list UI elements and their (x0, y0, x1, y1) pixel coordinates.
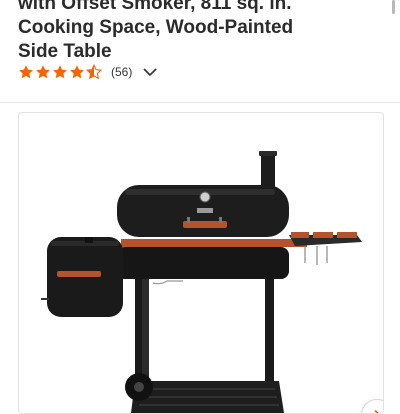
product-title: with Offset Smoker, 811 sq. in. Cooking … (18, 0, 378, 64)
section-divider (0, 102, 400, 103)
product-image (41, 151, 362, 413)
star-icon (70, 65, 84, 79)
chevron-right-icon (374, 409, 379, 413)
product-image-card[interactable] (18, 112, 384, 414)
star-half-icon (86, 64, 102, 80)
review-count[interactable]: (56) (111, 65, 132, 79)
rating-summary[interactable]: (56) (18, 62, 158, 82)
product-title-line: Side Table (18, 41, 112, 62)
star-icon (19, 65, 33, 79)
page-scrollbar[interactable] (392, 0, 395, 14)
chevron-down-icon[interactable] (142, 66, 158, 78)
star-icon (36, 65, 50, 79)
star-icon (53, 65, 67, 79)
product-title-line: with Offset Smoker, 811 sq. in. (18, 0, 292, 14)
star-rating (18, 64, 102, 80)
product-title-line: Cooking Space, Wood-Painted (18, 17, 294, 38)
